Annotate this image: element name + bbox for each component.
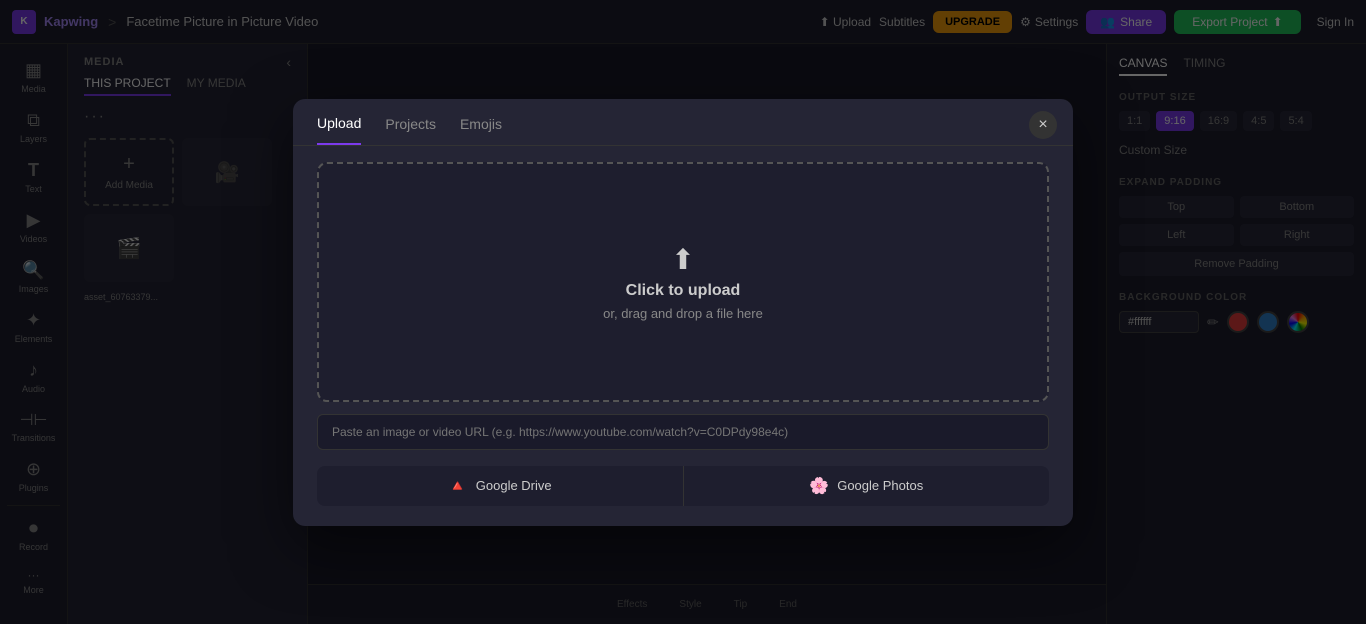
modal-footer: 🔺 Google Drive 🌸 Google Photos — [293, 466, 1073, 526]
modal-overlay[interactable]: Upload Projects Emojis × ⬆ Click to uplo… — [0, 0, 1366, 624]
modal-header: Upload Projects Emojis × — [293, 99, 1073, 146]
modal-tab-upload[interactable]: Upload — [317, 115, 361, 145]
google-drive-button[interactable]: 🔺 Google Drive — [317, 466, 684, 506]
upload-modal: Upload Projects Emojis × ⬆ Click to uplo… — [293, 99, 1073, 526]
google-photos-icon: 🌸 — [809, 476, 829, 496]
upload-subtitle: or, drag and drop a file here — [603, 306, 763, 321]
modal-tab-projects[interactable]: Projects — [385, 116, 436, 144]
modal-tab-emojis[interactable]: Emojis — [460, 116, 502, 144]
upload-dropzone[interactable]: ⬆ Click to upload or, drag and drop a fi… — [317, 162, 1049, 402]
google-photos-button[interactable]: 🌸 Google Photos — [684, 466, 1050, 506]
upload-cloud-icon: ⬆ — [671, 243, 694, 276]
modal-body: ⬆ Click to upload or, drag and drop a fi… — [293, 146, 1073, 466]
url-input[interactable] — [317, 414, 1049, 450]
google-drive-icon: 🔺 — [448, 476, 468, 496]
upload-title: Click to upload — [626, 282, 741, 300]
modal-close-button[interactable]: × — [1029, 111, 1057, 139]
